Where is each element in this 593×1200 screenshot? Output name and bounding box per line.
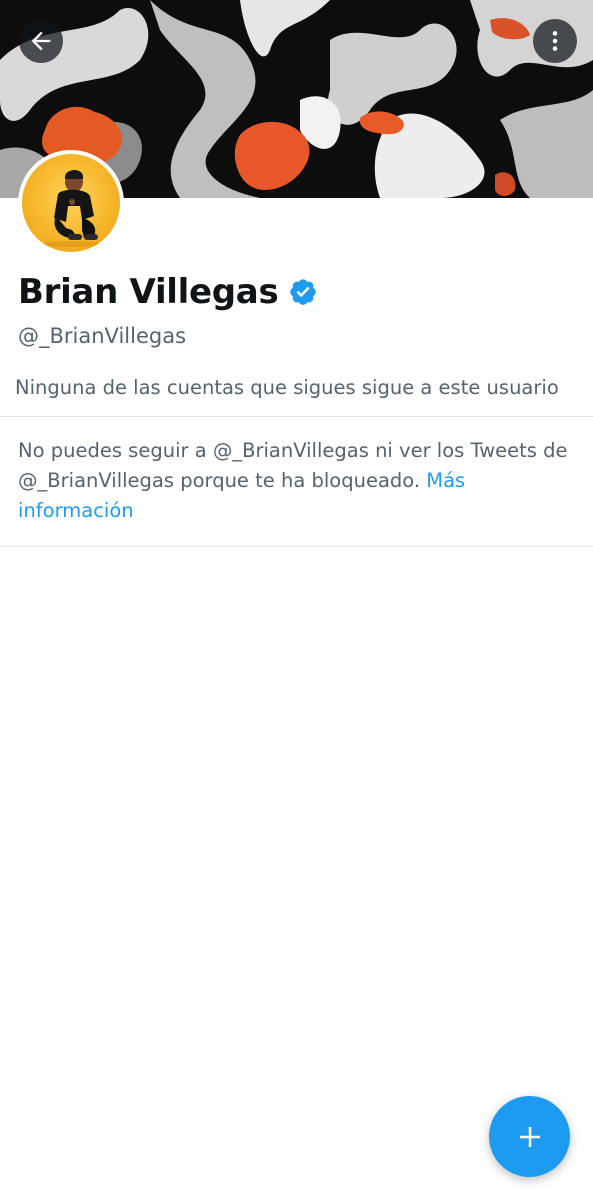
compose-button[interactable]	[489, 1096, 570, 1177]
divider	[0, 546, 593, 547]
avatar-image	[22, 154, 120, 252]
name-row: Brian Villegas	[18, 272, 318, 312]
more-options-button[interactable]	[533, 19, 577, 63]
followers-you-know-note: Ninguna de las cuentas que sigues sigue …	[15, 376, 559, 399]
blocked-message: No puedes seguir a @_BrianVillegas ni ve…	[18, 436, 578, 526]
blocked-message-text: No puedes seguir a @_BrianVillegas ni ve…	[18, 439, 568, 492]
divider	[0, 416, 593, 417]
display-name: Brian Villegas	[18, 272, 279, 312]
more-vertical-icon	[552, 31, 558, 51]
arrow-left-icon	[31, 31, 51, 51]
back-button[interactable]	[19, 19, 63, 63]
plus-icon	[519, 1126, 540, 1147]
profile-handle: @_BrianVillegas	[18, 324, 187, 348]
avatar[interactable]	[18, 150, 124, 256]
verified-badge-icon[interactable]	[288, 277, 318, 307]
